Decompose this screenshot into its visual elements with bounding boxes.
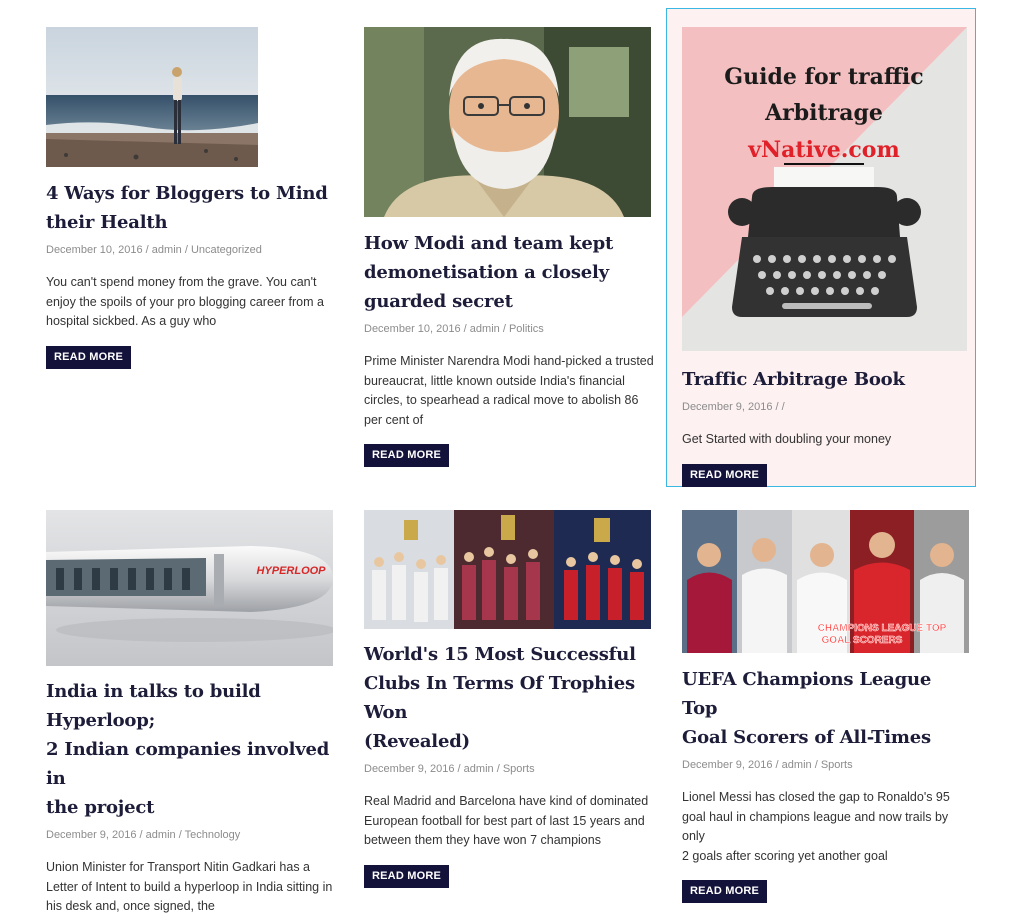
post-author[interactable]: admin (152, 244, 182, 256)
post-meta: December 9, 2016 / / (682, 401, 785, 413)
post-meta: December 10, 2016 / admin / Uncategorize… (46, 244, 262, 256)
scorers-caption-line2: GOAL SCORERS (822, 635, 903, 646)
post-author[interactable]: admin (464, 763, 494, 775)
post-title[interactable]: World's 15 Most Successful Clubs In Terms… (364, 640, 654, 756)
read-more-button[interactable]: READ MORE (682, 463, 768, 487)
football-clubs-collage-image (364, 510, 651, 629)
cover-site-name: vNative.com (747, 137, 899, 163)
post-category[interactable]: Politics (509, 323, 544, 335)
post-title[interactable]: UEFA Champions League Top Goal Scorers of… (682, 665, 972, 752)
read-more-button[interactable]: READ MORE (364, 444, 450, 467)
post-date[interactable]: December 9, 2016 (682, 401, 773, 413)
post-meta: December 10, 2016 / admin / Politics (364, 323, 544, 335)
post-card-featured: Guide for traffic Arbitrage vNative.com … (682, 27, 972, 487)
post-card: How Modi and team kept demonetisation a c… (364, 27, 654, 467)
post-excerpt: Lionel Messi has closed the gap to Ronal… (682, 790, 950, 863)
post-author[interactable]: admin (470, 323, 500, 335)
post-card: World's 15 Most Successful Clubs In Terms… (364, 510, 654, 888)
post-date[interactable]: December 9, 2016 (46, 829, 137, 841)
read-more-button[interactable]: READ MORE (46, 345, 132, 369)
post-card: 4 Ways for Bloggers to Mind their Health … (46, 27, 336, 369)
post-date[interactable]: December 9, 2016 (364, 763, 455, 775)
post-date[interactable]: December 9, 2016 (682, 759, 773, 771)
post-excerpt: Real Madrid and Barcelona have kind of d… (364, 794, 649, 847)
post-date[interactable]: December 10, 2016 (46, 244, 143, 256)
typewriter-book-cover-image: Guide for traffic Arbitrage vNative.com (682, 27, 967, 351)
post-meta: December 9, 2016 / admin / Sports (364, 763, 535, 775)
read-more-button[interactable]: READ MORE (682, 880, 768, 903)
post-date[interactable]: December 10, 2016 (364, 323, 461, 335)
champions-league-scorers-image: CHAMPIONS LEAGUE TOP GOAL SCORERS (682, 510, 969, 653)
post-title[interactable]: How Modi and team kept demonetisation a c… (364, 229, 654, 316)
cover-title-line2: Arbitrage (764, 100, 883, 126)
post-thumbnail-hyperloop[interactable]: HYPERLOOP (46, 510, 333, 666)
post-meta: December 9, 2016 / admin / Technology (46, 829, 241, 841)
post-title[interactable]: Traffic Arbitrage Book (682, 365, 972, 394)
post-excerpt: Prime Minister Narendra Modi hand-picked… (364, 354, 654, 427)
post-meta: December 9, 2016 / admin / Sports (682, 759, 853, 771)
read-more-button[interactable]: READ MORE (364, 864, 450, 888)
hyperloop-pod-image: HYPERLOOP (46, 510, 333, 666)
scorers-caption-line1: CHAMPIONS LEAGUE TOP (818, 623, 947, 634)
woman-on-beach-image (46, 27, 258, 167)
post-thumbnail-modi[interactable] (364, 27, 651, 217)
post-category[interactable]: Technology (185, 829, 241, 841)
hyperloop-logo-text: HYPERLOOP (256, 565, 326, 577)
post-title[interactable]: 4 Ways for Bloggers to Mind their Health (46, 179, 336, 237)
post-category[interactable]: Sports (503, 763, 535, 775)
post-card: CHAMPIONS LEAGUE TOP GOAL SCORERS UEFA C… (682, 510, 972, 903)
post-author[interactable]: admin (782, 759, 812, 771)
post-card: HYPERLOOP India in talks to build Hyperl… (46, 510, 336, 917)
post-title[interactable]: India in talks to build Hyperloop; 2 Indi… (46, 677, 336, 822)
post-thumbnail-beach[interactable] (46, 27, 258, 167)
post-excerpt: You can't spend money from the grave. Yo… (46, 275, 324, 328)
post-excerpt: Get Started with doubling your money (682, 432, 892, 446)
cover-title-line1: Guide for traffic (724, 64, 923, 90)
post-category[interactable]: Sports (821, 759, 853, 771)
post-thumbnail-football-clubs[interactable] (364, 510, 651, 629)
post-category[interactable]: Uncategorized (191, 244, 262, 256)
modi-portrait-image (364, 27, 651, 217)
post-excerpt: Union Minister for Transport Nitin Gadka… (46, 860, 333, 913)
post-author[interactable]: admin (146, 829, 176, 841)
post-thumbnail-typewriter[interactable]: Guide for traffic Arbitrage vNative.com (682, 27, 967, 351)
post-thumbnail-champions-league[interactable]: CHAMPIONS LEAGUE TOP GOAL SCORERS (682, 510, 969, 653)
